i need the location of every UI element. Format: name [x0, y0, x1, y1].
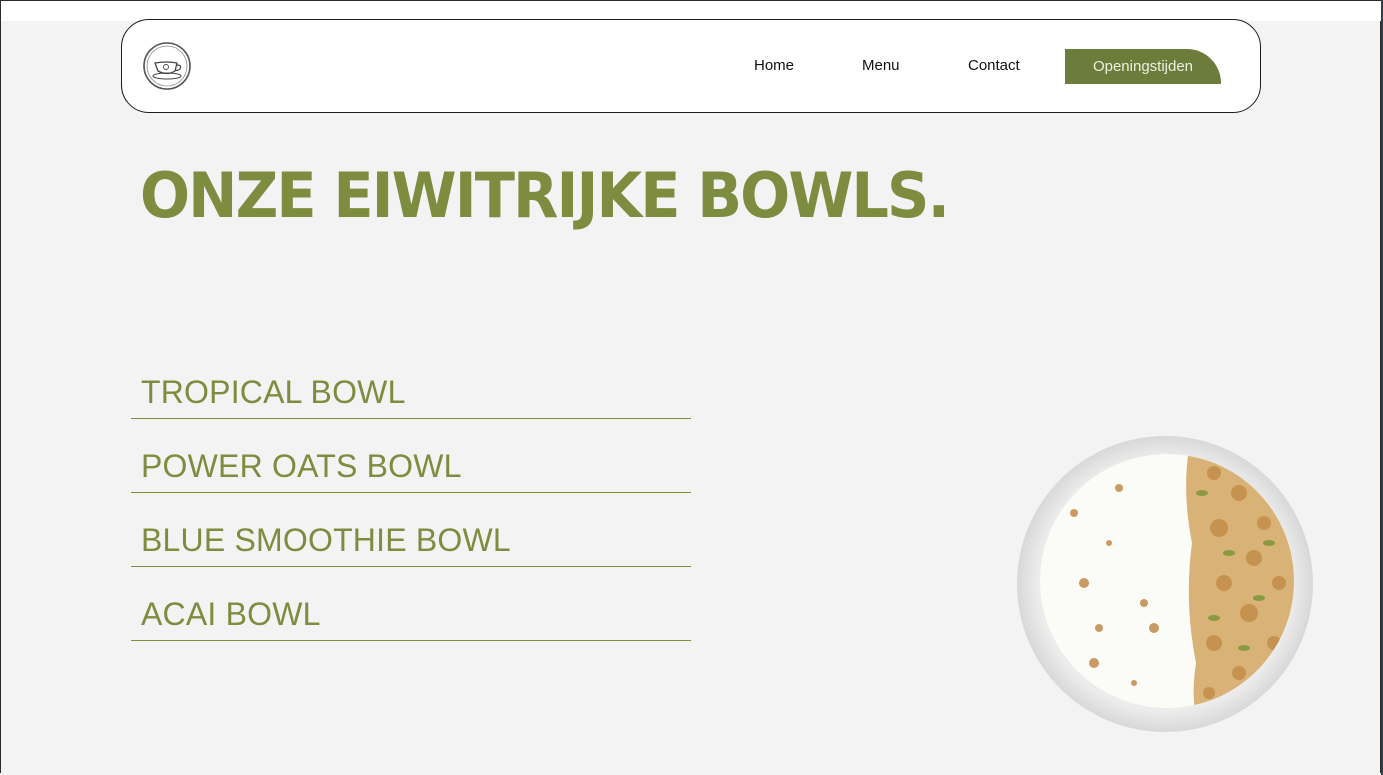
bowl-item-label: BLUE SMOOTHIE BOWL — [141, 522, 511, 558]
opening-hours-button[interactable]: Openingstijden — [1065, 49, 1221, 84]
coffee-cup-logo-icon[interactable] — [142, 40, 192, 92]
granola-milk-bowl-photo — [1014, 433, 1316, 735]
page-title: Onze eiwitrijke bowls. — [140, 159, 950, 232]
nav-menu-link[interactable]: Menu — [862, 57, 900, 74]
nav-contact-link[interactable]: Contact — [968, 57, 1020, 74]
top-strip — [1, 1, 1381, 21]
bowl-item-label: ACAI BOWL — [141, 596, 321, 632]
bowl-list: TROPICAL BOWL POWER OATS BOWL BLUE SMOOT… — [131, 368, 691, 664]
bowl-item-blue-smoothie[interactable]: BLUE SMOOTHIE BOWL — [131, 516, 691, 567]
bowl-item-power-oats[interactable]: POWER OATS BOWL — [131, 442, 691, 493]
bowl-item-tropical[interactable]: TROPICAL BOWL — [131, 368, 691, 419]
bowl-item-acai[interactable]: ACAI BOWL — [131, 590, 691, 641]
bowl-item-label: TROPICAL BOWL — [141, 374, 406, 410]
navbar: Home Menu Contact Openingstijden — [121, 19, 1261, 113]
nav-home-link[interactable]: Home — [754, 57, 794, 74]
bowl-item-label: POWER OATS BOWL — [141, 448, 462, 484]
